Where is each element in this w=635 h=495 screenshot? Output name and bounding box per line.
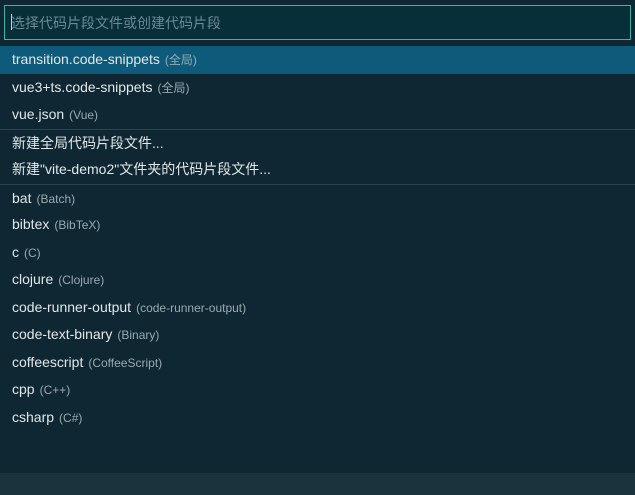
list-item-label: vue.json	[12, 106, 65, 122]
list-item-label: clojure	[12, 271, 54, 287]
list-item-description: (Clojure)	[58, 273, 105, 287]
list-item-label: c	[12, 243, 19, 260]
list-item[interactable]: transition.code-snippets (全局)	[0, 46, 635, 74]
list-item-label: code-runner-output	[12, 298, 132, 315]
list-item[interactable]: vue.json (Vue)	[0, 101, 635, 129]
list-item[interactable]: vue3+ts.code-snippets (全局)	[0, 74, 635, 102]
list-item[interactable]: cpp (C++)	[0, 376, 635, 404]
list-item-description: (code-runner-output)	[136, 300, 247, 315]
list-item-description: (全局)	[164, 53, 197, 67]
snippet-list: transition.code-snippets (全局) vue3+ts.code…	[0, 46, 635, 431]
list-item-label: bibtex	[12, 216, 50, 232]
snippet-quick-pick: transition.code-snippets(全局)vue3+ts.code…	[0, 0, 635, 495]
list-item-description: (Binary)	[117, 328, 160, 342]
list-item[interactable]: code-text-binary (Binary)	[0, 321, 635, 349]
list-item-description: (C++)	[39, 383, 71, 397]
bottom-strip	[0, 473, 635, 495]
list-item-description: (BibTeX)	[54, 218, 101, 232]
list-item[interactable]: 新建全局代码片段文件...	[0, 128, 635, 157]
list-item-label: csharp	[12, 408, 55, 425]
list-item-label: transition.code-snippets	[12, 51, 160, 67]
list-item[interactable]: coffeescript (CoffeeScript)	[0, 349, 635, 377]
list-item-label: 新建全局代码片段文件...	[12, 134, 164, 151]
list-item-description: (全局)	[157, 80, 190, 95]
list-item[interactable]: clojure (Clojure)	[0, 266, 635, 294]
list-item-description: (Batch)	[36, 191, 76, 206]
list-item[interactable]: bat (Batch)	[0, 183, 635, 212]
search-input-wrapper	[4, 5, 631, 40]
list-item-description: (CoffeeScript)	[88, 355, 163, 370]
list-item[interactable]: 新建"vite-demo2"文件夹的代码片段文件...	[0, 156, 635, 184]
text-cursor	[11, 14, 12, 30]
list-item[interactable]: csharp (C#)	[0, 404, 635, 432]
list-item-label: code-text-binary	[12, 326, 113, 342]
list-item-label: cpp	[12, 381, 35, 397]
list-item-description: (C)	[24, 245, 41, 260]
list-item[interactable]: code-runner-output (code-runner-output)	[0, 294, 635, 322]
list-item[interactable]: c (C)	[0, 239, 635, 267]
list-item[interactable]: bibtex (BibTeX)	[0, 211, 635, 239]
list-item-description: (C#)	[59, 410, 83, 425]
list-item-label: bat	[12, 189, 32, 206]
list-item-description: (Vue)	[69, 108, 99, 122]
list-item-label: vue3+ts.code-snippets	[12, 78, 153, 95]
list-item-label: 新建"vite-demo2"文件夹的代码片段文件...	[12, 161, 271, 177]
snippet-search-input[interactable]	[5, 6, 630, 39]
list-item-label: coffeescript	[12, 353, 84, 370]
